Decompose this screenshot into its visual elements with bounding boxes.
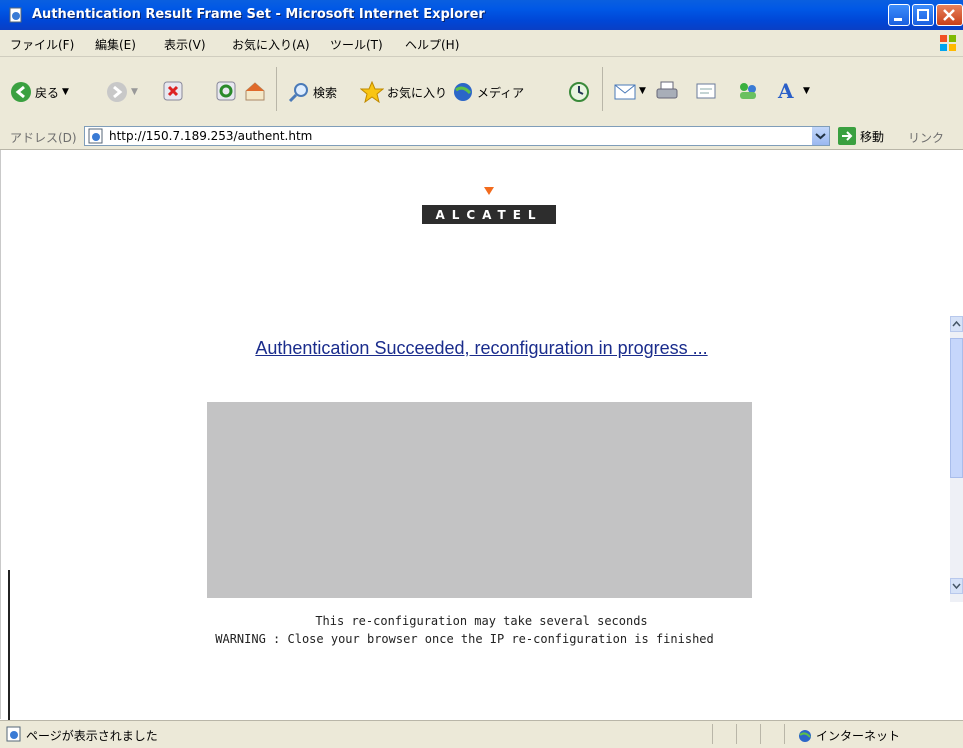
status-divider [760,724,761,744]
go-label: 移動 [860,129,885,144]
svg-text:A: A [777,79,794,103]
font-dropdown-icon[interactable]: ▼ [803,86,810,96]
chevron-down-icon [952,583,961,590]
alcatel-logo-text: ALCATEL [435,208,542,222]
address-label: アドレス(D) [10,131,77,145]
alcatel-logo: ALCATEL [422,187,556,227]
refresh-icon [216,81,236,101]
favorites-label: お気に入り [387,85,448,100]
edit-button[interactable] [695,81,717,101]
toolbar: 戻る ▼ ▼ 検索 お気に入り メディア ▼ A ▼ [0,57,963,124]
reconfiguration-frame [207,402,752,598]
font-a-icon: A [777,79,794,103]
home-icon [245,82,265,101]
menu-view[interactable]: 表示(V) [164,36,206,53]
auth-status-heading: Authentication Succeeded, reconfiguratio… [0,338,963,359]
status-divider [736,724,737,744]
favorites-button[interactable]: お気に入り [360,81,447,103]
search-icon [288,83,308,103]
history-icon [569,82,589,102]
zone-label: インターネット [816,729,901,743]
warning-message: WARNING : Close your browser once the IP… [215,632,714,646]
menu-help[interactable]: ヘルプ(H) [405,36,459,53]
status-divider [712,724,713,744]
close-button[interactable] [936,4,963,26]
scroll-thumb[interactable] [950,338,963,478]
address-dropdown-button[interactable] [812,127,829,145]
ie-page-icon [88,128,103,144]
stop-button[interactable] [163,81,183,101]
refresh-button[interactable] [216,81,236,101]
close-icon [943,9,955,21]
maximize-button[interactable] [912,4,934,26]
scroll-down-button[interactable] [950,578,963,594]
status-divider [784,724,785,744]
back-dropdown-icon[interactable]: ▼ [62,87,69,97]
forward-dropdown-icon[interactable]: ▼ [131,87,138,97]
home-button[interactable] [244,81,266,101]
menu-favorites[interactable]: お気に入り(A) [232,36,310,53]
back-button[interactable]: 戻る ▼ [10,81,69,103]
back-label: 戻る [35,85,60,100]
frame-border [8,570,10,720]
messenger-button[interactable] [736,81,760,101]
star-icon [360,81,384,103]
auth-succeeded-link[interactable]: Authentication Succeeded, reconfiguratio… [255,338,707,358]
scroll-up-button[interactable] [950,316,963,332]
chevron-up-icon [952,320,961,327]
minimize-button[interactable] [888,4,910,26]
alcatel-logo-graphic: ALCATEL [422,187,556,224]
ie-page-icon [6,726,21,742]
status-bar: ページが表示されました インターネット [0,720,963,748]
title-bar: Authentication Result Frame Set - Micros… [0,0,963,30]
media-label: メディア [477,85,525,100]
forward-button[interactable]: ▼ [106,81,138,103]
toolbar-separator [276,67,277,111]
menu-edit[interactable]: 編集(E) [95,36,136,53]
history-button[interactable] [568,81,590,103]
menu-tools[interactable]: ツール(T) [330,36,383,53]
links-button[interactable]: リンク [908,129,944,146]
media-button[interactable]: メディア [452,81,524,103]
edit-page-icon [696,83,716,99]
mail-icon [614,84,636,100]
ie-page-icon [9,7,22,23]
printer-icon [656,81,678,99]
font-size-button[interactable]: A ▼ [776,79,810,103]
messenger-people-icon [740,83,756,99]
media-globe-icon [454,83,472,101]
status-text: ページが表示されました [26,729,158,743]
minimize-icon [894,18,902,21]
address-url[interactable]: http://150.7.189.253/authent.htm [109,129,312,143]
windows-logo-icon [940,35,956,51]
reconfig-message: This re-configuration may take several s… [315,614,648,628]
search-label: 検索 [313,85,338,100]
go-button[interactable]: 移動 [838,127,884,145]
internet-globe-icon [799,729,811,742]
address-bar: アドレス(D) http://150.7.189.253/authent.htm… [0,123,963,150]
back-arrow-icon [11,82,31,102]
chevron-down-icon [815,133,826,140]
window-title: Authentication Result Frame Set - Micros… [32,7,485,22]
security-zone[interactable]: インターネット [798,727,900,744]
go-arrow-icon [838,127,856,145]
address-field[interactable]: http://150.7.189.253/authent.htm [84,126,830,146]
frame-scrollbar[interactable] [950,316,963,602]
maximize-icon [917,9,929,21]
print-button[interactable] [656,81,678,101]
toolbar-separator [602,67,603,111]
menu-bar: ファイル(F) 編集(E) 表示(V) お気に入り(A) ツール(T) ヘルプ(… [0,30,963,57]
stop-icon [163,81,183,101]
mail-dropdown-icon[interactable]: ▼ [639,86,646,96]
forward-arrow-icon [107,82,127,102]
menu-file[interactable]: ファイル(F) [10,36,74,53]
mail-button[interactable]: ▼ [614,81,646,101]
search-button[interactable]: 検索 [288,81,337,103]
